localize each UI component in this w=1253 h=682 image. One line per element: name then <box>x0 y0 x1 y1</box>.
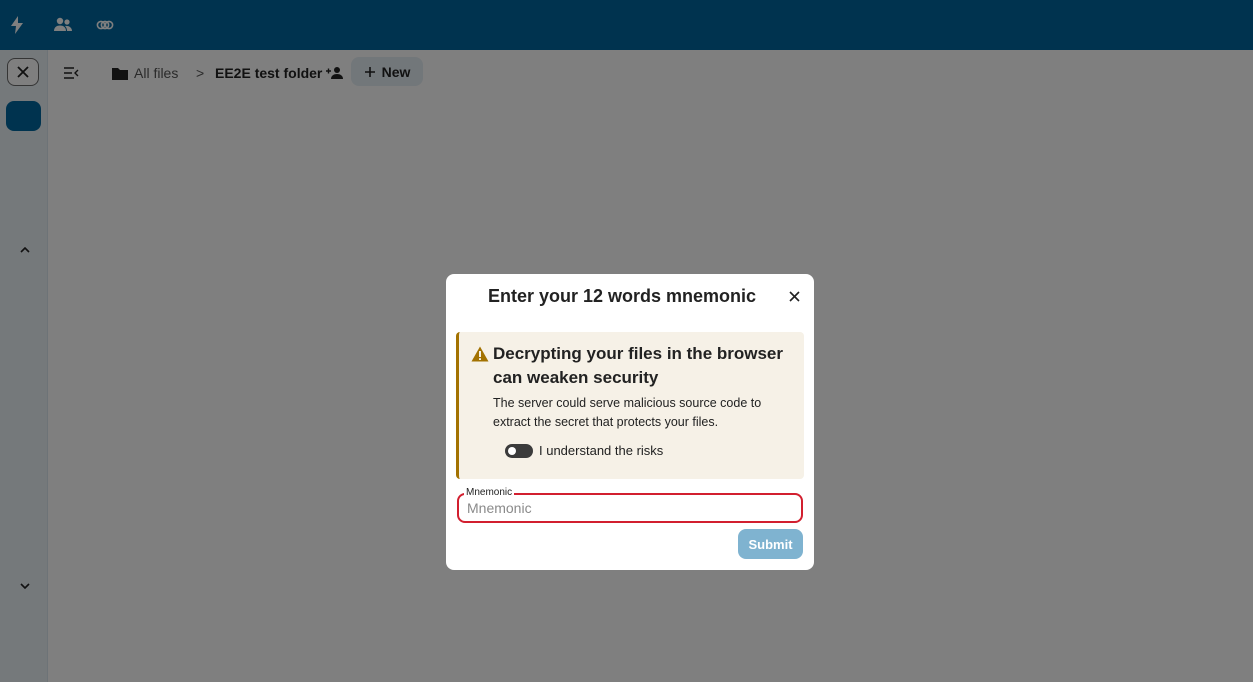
dialog-close-button[interactable] <box>784 286 804 306</box>
submit-button[interactable]: Submit <box>738 529 803 559</box>
risk-toggle-switch[interactable] <box>505 443 533 458</box>
warning-title: Decrypting your files in the browser can… <box>493 344 784 387</box>
warning-body: The server could serve malicious source … <box>493 396 762 429</box>
security-warning: Decrypting your files in the browser can… <box>456 332 804 479</box>
warning-icon <box>471 346 489 364</box>
mnemonic-input[interactable] <box>467 497 795 519</box>
mnemonic-field-label: Mnemonic <box>464 487 515 498</box>
mnemonic-dialog: Enter your 12 words mnemonic Decrypting … <box>446 274 814 570</box>
dialog-title: Enter your 12 words mnemonic <box>487 286 757 306</box>
risk-toggle-row[interactable]: I understand the risks <box>505 443 663 458</box>
close-icon <box>788 290 800 302</box>
risk-toggle-label[interactable]: I understand the risks <box>539 443 663 458</box>
